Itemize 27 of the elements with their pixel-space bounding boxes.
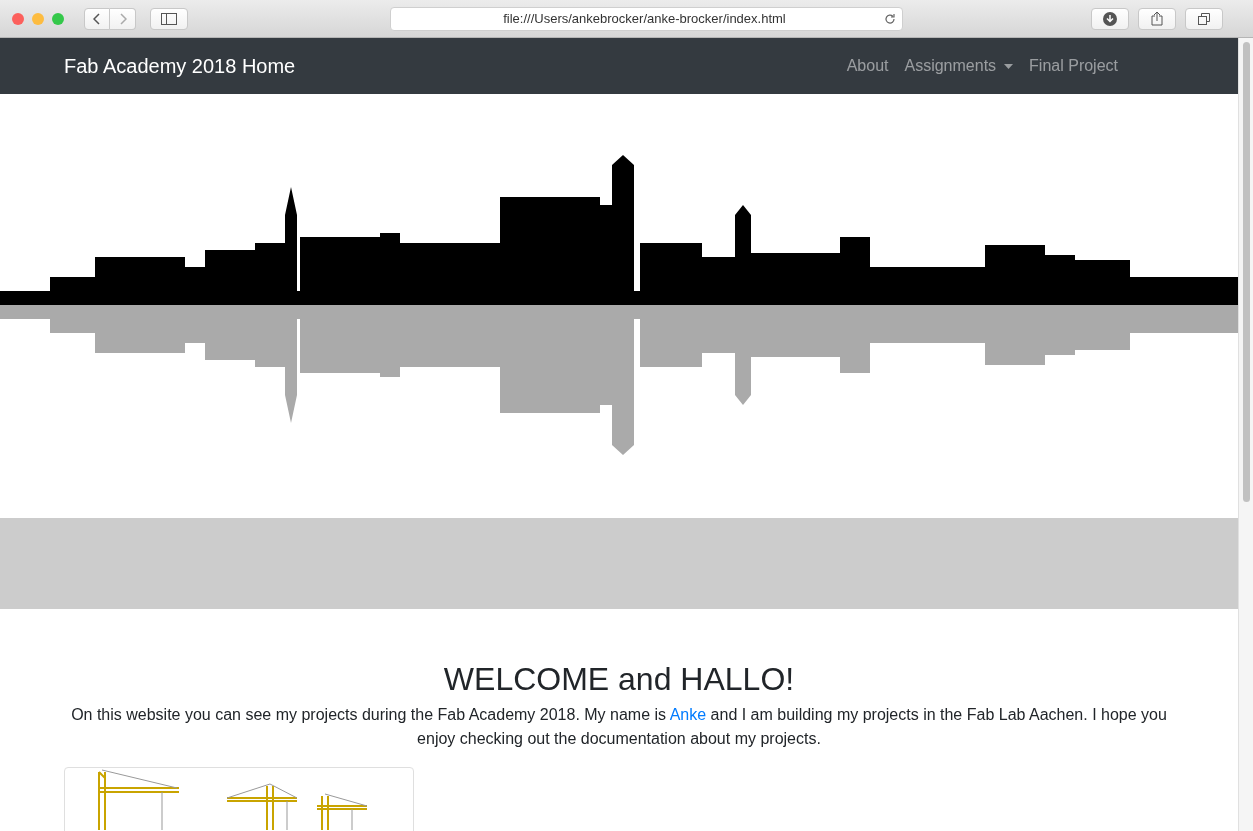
address-field[interactable]: file:///Users/ankebrocker/anke-brocker/index.html	[390, 6, 903, 31]
nav-link[interactable]: Final Project	[1029, 54, 1118, 78]
intro-paragraph: On this website you can see my projects during the Fab Academy 2018. My name is Anke and I am building my projects in the Fab Lab Aachen. I hope you enjoy checking out the documentation about my projects.	[70, 705, 1168, 749]
downloads-button[interactable]	[1091, 7, 1129, 30]
caret-icon	[1004, 63, 1014, 69]
url-text: file:///Users/ankebrocker/anke-brocker/index.html	[502, 9, 787, 28]
chevron-right-icon	[118, 12, 127, 25]
share-button[interactable]	[1138, 7, 1176, 30]
name-link[interactable]: Anke	[669, 706, 707, 723]
nav-link[interactable]: About	[846, 54, 889, 78]
close-window-icon[interactable]	[12, 12, 24, 25]
sidebar-icon	[161, 12, 177, 25]
welcome-heading: WELCOME and HALLO!	[443, 660, 795, 699]
share-icon	[1151, 11, 1163, 26]
download-icon	[1103, 11, 1117, 26]
forward-button[interactable]	[110, 7, 136, 30]
chevron-left-icon	[93, 12, 101, 25]
reload-icon[interactable]	[884, 12, 896, 25]
sidebar-button[interactable]	[150, 7, 188, 30]
dropdown-toggle[interactable]: Assignments	[904, 54, 1014, 78]
back-button[interactable]	[84, 7, 110, 30]
minimize-window-icon[interactable]	[32, 12, 44, 25]
scrollbar-thumb[interactable]	[1242, 42, 1250, 502]
zoom-window-icon[interactable]	[52, 12, 64, 25]
tabs-button[interactable]	[1185, 7, 1223, 30]
brand-link[interactable]: Fab Academy 2018 Home	[64, 51, 296, 81]
tabs-icon	[1198, 12, 1210, 25]
